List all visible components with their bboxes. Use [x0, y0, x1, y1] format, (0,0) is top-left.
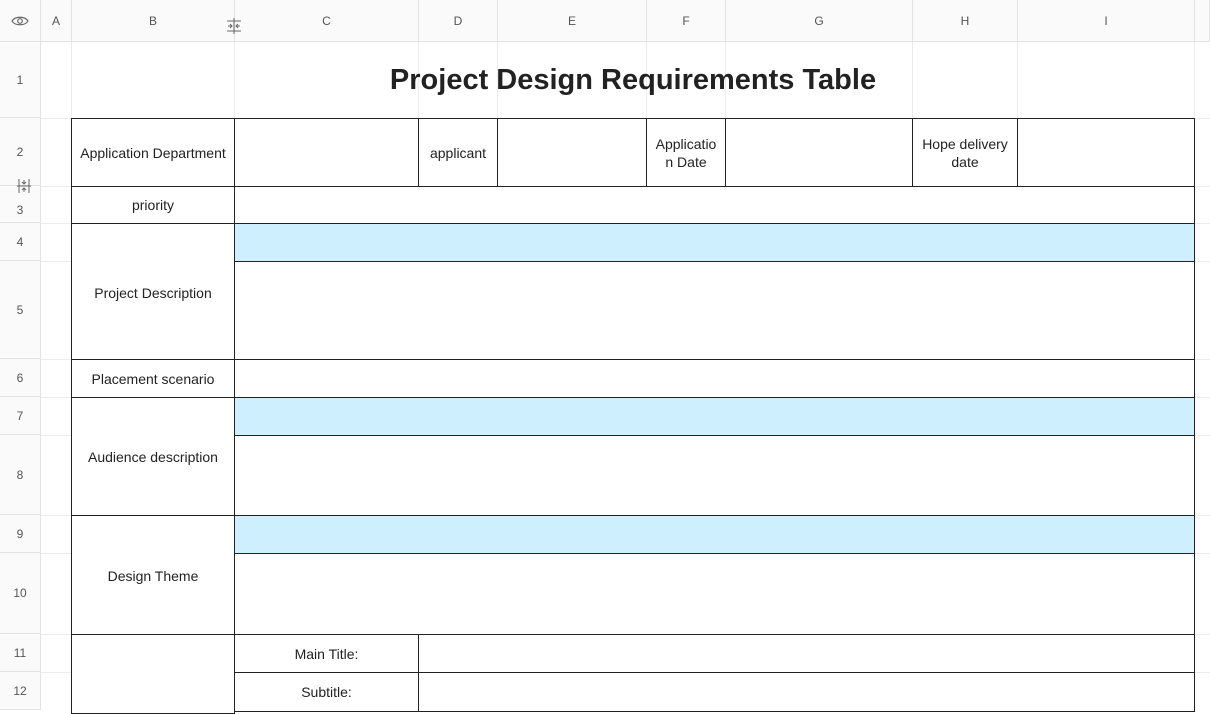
placement-scenario-label[interactable]: Placement scenario	[71, 359, 235, 398]
subtitle-label[interactable]: Subtitle:	[234, 672, 419, 712]
column-header-a[interactable]: A	[41, 0, 72, 42]
applicant-label[interactable]: applicant	[418, 118, 498, 187]
eye-icon[interactable]	[11, 15, 29, 27]
design-theme-value[interactable]	[234, 553, 1195, 635]
select-all-corner[interactable]	[0, 0, 41, 42]
column-header-overflow	[1195, 0, 1210, 42]
hope-delivery-date-label[interactable]: Hope delivery date	[912, 118, 1018, 187]
row-header-11[interactable]: 11	[0, 634, 41, 672]
placement-scenario-value[interactable]	[234, 359, 1195, 398]
project-description-value[interactable]	[234, 261, 1195, 360]
hope-delivery-date-value[interactable]	[1017, 118, 1195, 187]
main-title-value[interactable]	[418, 634, 1195, 673]
column-header-b[interactable]: B	[72, 0, 235, 42]
row-header-12[interactable]: 12	[0, 672, 41, 710]
row-header-9[interactable]: 9	[0, 515, 41, 553]
row-resize-icon[interactable]	[14, 177, 34, 195]
column-header-h[interactable]: H	[913, 0, 1018, 42]
row-header-2[interactable]: 2	[0, 118, 41, 186]
audience-description-highlight[interactable]	[234, 397, 1195, 436]
page-title[interactable]: Project Design Requirements Table	[72, 43, 1194, 118]
row-header-7[interactable]: 7	[0, 397, 41, 435]
application-date-value[interactable]	[725, 118, 913, 187]
column-header-f[interactable]: F	[647, 0, 726, 42]
design-theme-highlight[interactable]	[234, 515, 1195, 554]
row-header-4[interactable]: 4	[0, 223, 41, 261]
column-header-e[interactable]: E	[498, 0, 647, 42]
project-description-highlight[interactable]	[234, 223, 1195, 262]
application-department-label[interactable]: Application Department	[71, 118, 235, 187]
priority-label[interactable]: priority	[71, 186, 235, 224]
column-header-i[interactable]: I	[1018, 0, 1195, 42]
row-header-6[interactable]: 6	[0, 359, 41, 397]
design-theme-label[interactable]: Design Theme	[71, 515, 235, 635]
application-date-label[interactable]: Applicatio n Date	[646, 118, 726, 187]
row-header-10[interactable]: 10	[0, 553, 41, 634]
row-header-1[interactable]: 1	[0, 42, 41, 118]
audience-description-label[interactable]: Audience description	[71, 397, 235, 516]
title-section-label[interactable]	[71, 634, 235, 714]
audience-description-value[interactable]	[234, 435, 1195, 516]
main-title-label[interactable]: Main Title:	[234, 634, 419, 673]
column-header-g[interactable]: G	[726, 0, 913, 42]
applicant-value[interactable]	[497, 118, 647, 187]
priority-value[interactable]	[234, 186, 1195, 224]
row-header-8[interactable]: 8	[0, 435, 41, 515]
row-header-5[interactable]: 5	[0, 261, 41, 359]
project-description-label[interactable]: Project Description	[71, 223, 235, 360]
column-header-c[interactable]: C	[235, 0, 419, 42]
column-header-d[interactable]: D	[419, 0, 498, 42]
column-resize-icon[interactable]	[224, 16, 244, 36]
application-department-value[interactable]	[234, 118, 419, 187]
subtitle-value[interactable]	[418, 672, 1195, 712]
spreadsheet: A B C D E F G H I 1 2 3 4 5 6 7 8 9 10 1…	[0, 0, 1210, 714]
